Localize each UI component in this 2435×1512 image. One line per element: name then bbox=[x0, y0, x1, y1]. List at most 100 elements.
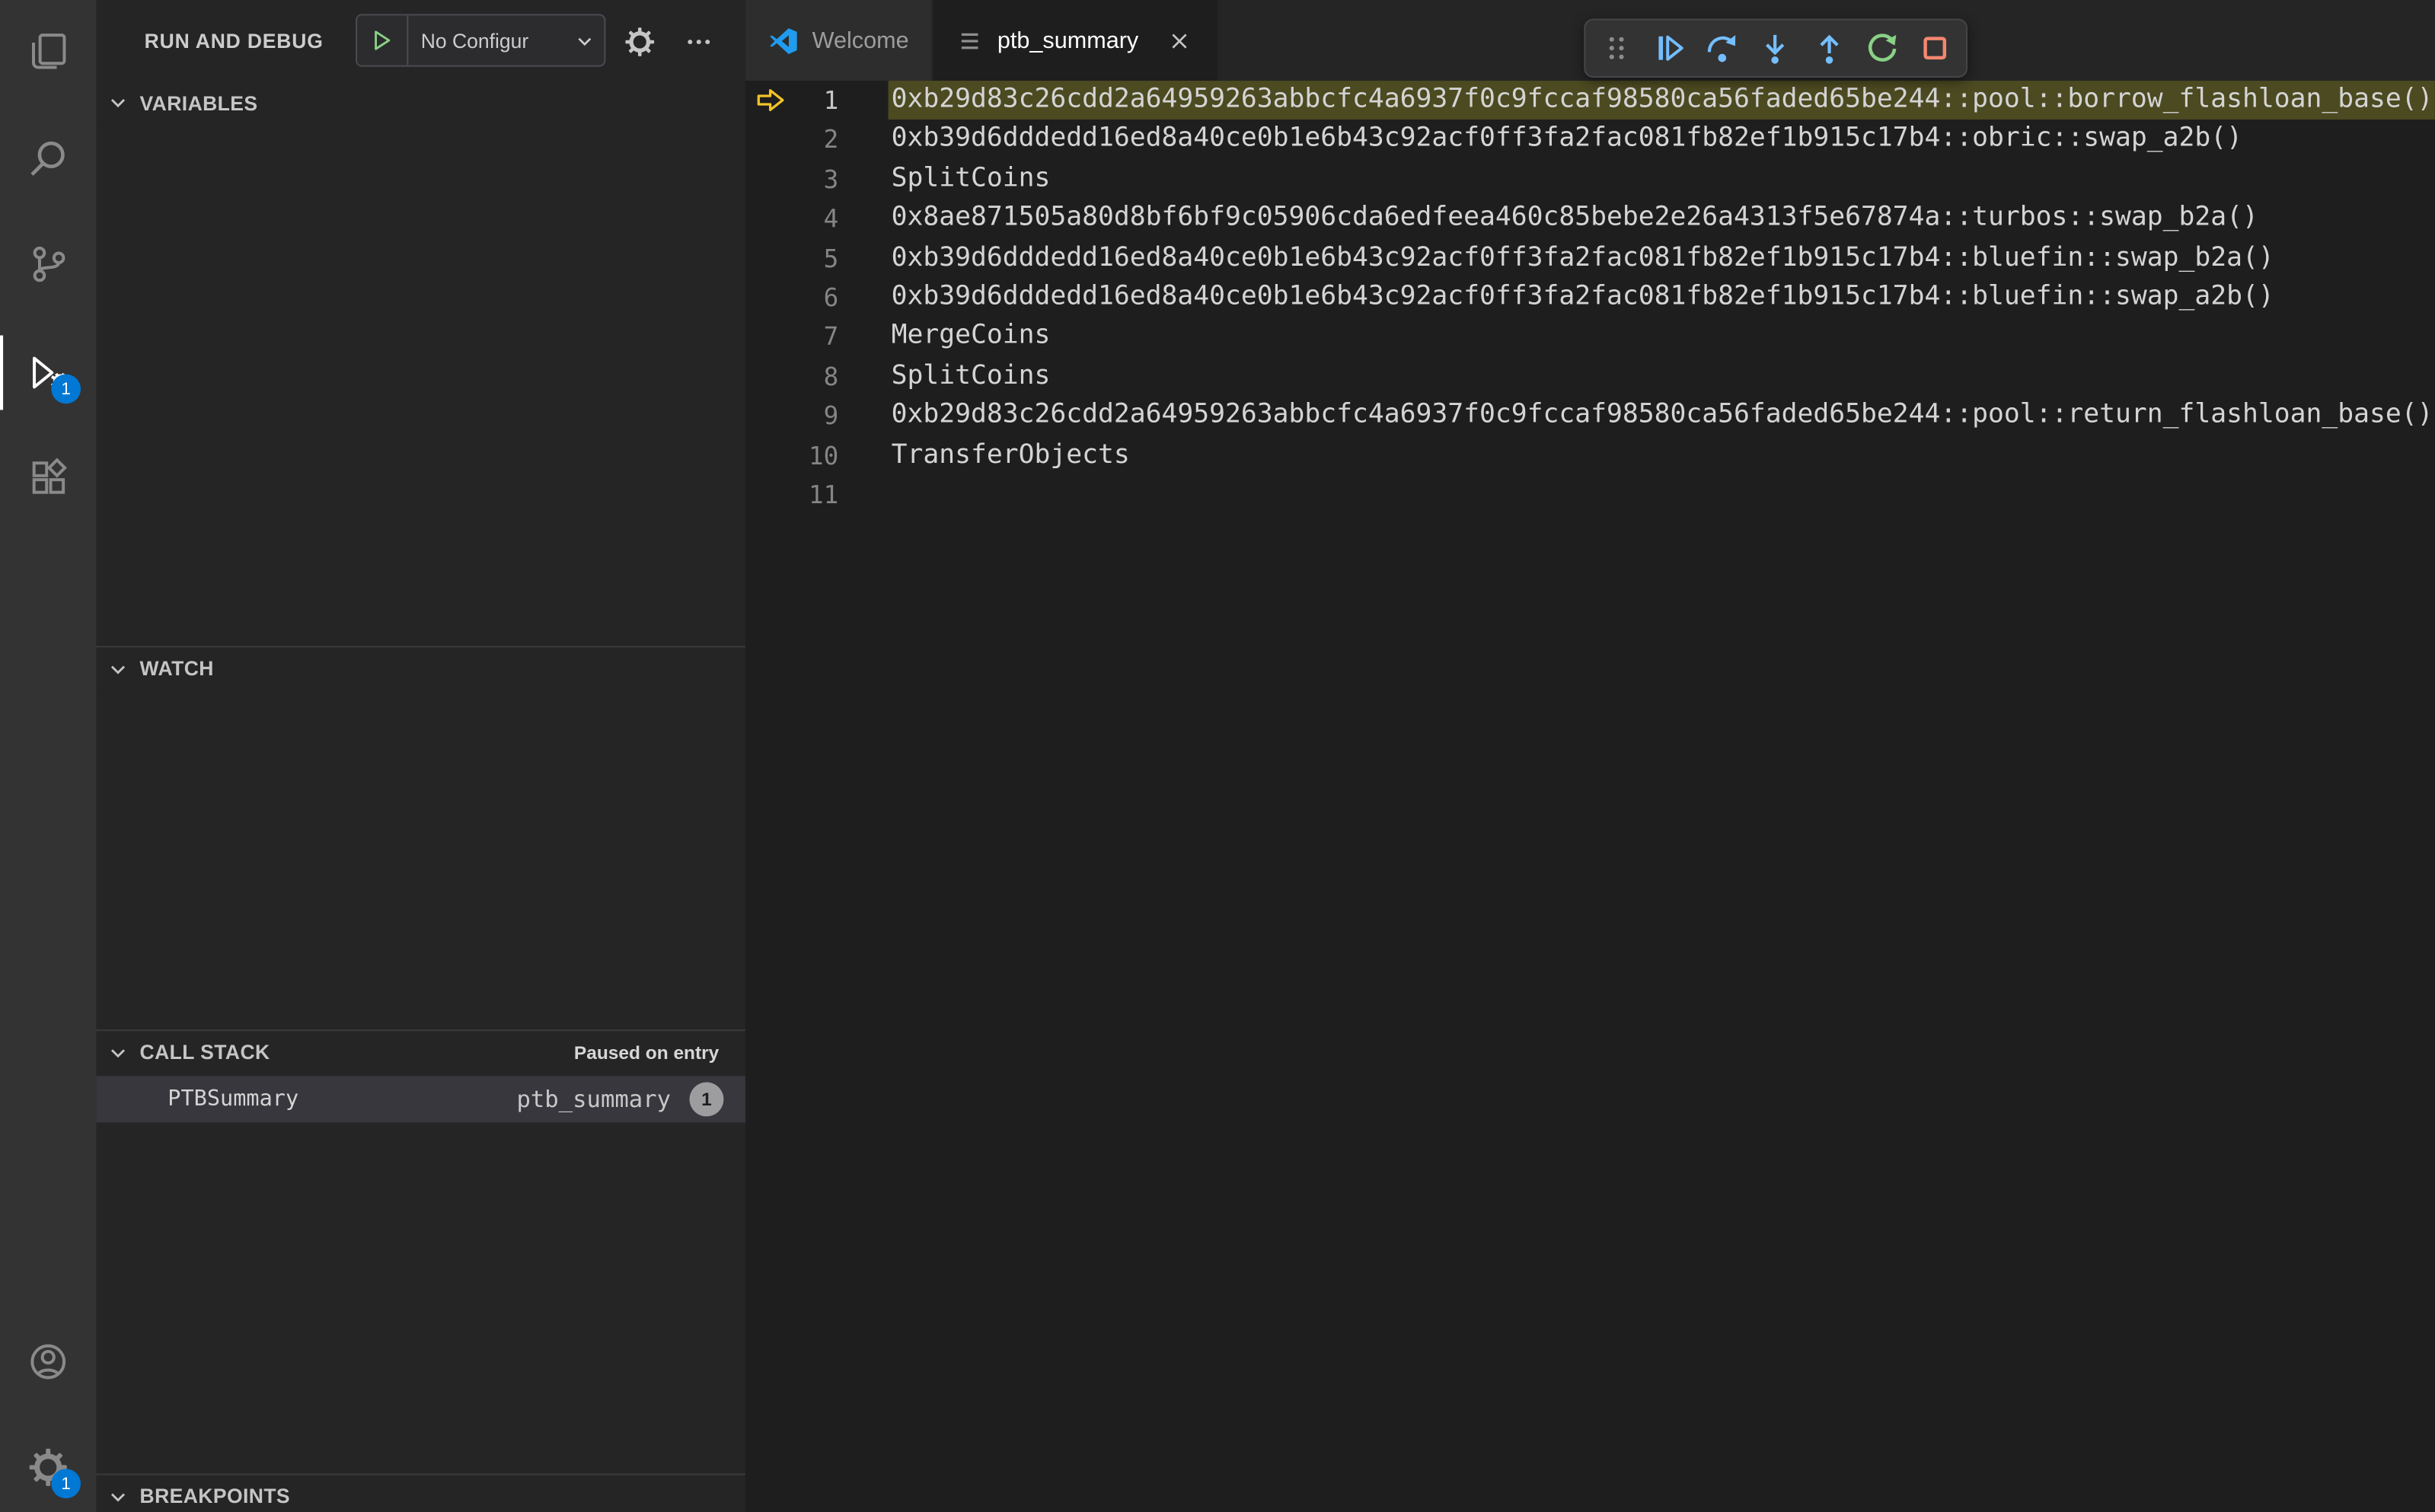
chevron-down-icon bbox=[107, 658, 129, 680]
code-editor: 1 0xb29d83c26cdd2a64959263abbcfc4a6937f0… bbox=[745, 81, 2435, 1512]
debug-count-badge: 1 bbox=[51, 374, 81, 404]
code-line[interactable]: 3 SplitCoins bbox=[745, 160, 2435, 199]
code-text[interactable]: 0xb29d83c26cdd2a64959263abbcfc4a6937f0c9… bbox=[888, 81, 2435, 120]
debug-step-out-icon bbox=[1811, 31, 1846, 65]
debug-toolbar bbox=[1584, 18, 1968, 78]
session-name: ptb_summary bbox=[516, 1085, 672, 1114]
vscode-window: 1 1 RUN AND DEBUG No Configur VARIABLES … bbox=[0, 0, 2435, 1512]
step-over-button[interactable] bbox=[1699, 25, 1747, 72]
file-lines-icon bbox=[957, 27, 984, 54]
line-number[interactable]: 2 bbox=[745, 120, 839, 160]
code-text[interactable]: TransferObjects bbox=[889, 435, 2435, 475]
call-stack-row[interactable]: PTBSummary ptb_summary 1 bbox=[96, 1076, 745, 1123]
views-more-actions-button[interactable] bbox=[681, 25, 716, 59]
code-line[interactable]: 2 0xb39d6dddedd16ed8a40ce0b1e6b43c92acf0… bbox=[745, 120, 2435, 160]
code-text[interactable]: 0xb39d6dddedd16ed8a40ce0b1e6b43c92acf0ff… bbox=[889, 238, 2435, 278]
code-text[interactable]: 0xb29d83c26cdd2a64959263abbcfc4a6937f0c9… bbox=[889, 396, 2435, 435]
section-label: CALL STACK bbox=[139, 1040, 270, 1064]
gear-icon bbox=[624, 27, 656, 58]
line-number[interactable]: 9 bbox=[745, 396, 839, 435]
section-label: BREAKPOINTS bbox=[139, 1484, 291, 1508]
line-number[interactable]: 5 bbox=[745, 238, 839, 278]
debug-restart-icon bbox=[1865, 31, 1899, 65]
code-text[interactable]: 0xb39d6dddedd16ed8a40ce0b1e6b43c92acf0ff… bbox=[889, 120, 2435, 160]
code-text[interactable] bbox=[889, 475, 2435, 515]
section-header-watch[interactable]: WATCH bbox=[96, 646, 745, 690]
debug-continue-icon bbox=[1652, 31, 1687, 65]
line-number[interactable]: 4 bbox=[745, 199, 839, 238]
debug-status-text: Paused on entry bbox=[573, 1041, 720, 1064]
code-text[interactable]: MergeCoins bbox=[889, 317, 2435, 357]
line-number[interactable]: 8 bbox=[745, 357, 839, 397]
files-icon bbox=[28, 31, 69, 72]
code-line[interactable]: 5 0xb39d6dddedd16ed8a40ce0b1e6b43c92acf0… bbox=[745, 238, 2435, 278]
tab-ptb-summary[interactable]: ptb_summary bbox=[933, 0, 1220, 81]
section-label: WATCH bbox=[139, 656, 214, 681]
close-icon[interactable] bbox=[1163, 25, 1195, 56]
line-number[interactable]: 1 bbox=[745, 81, 839, 120]
code-text[interactable]: 0xb39d6dddedd16ed8a40ce0b1e6b43c92acf0ff… bbox=[889, 278, 2435, 317]
config-dropdown-label: No Configur bbox=[420, 28, 529, 53]
activity-item-accounts[interactable] bbox=[0, 1325, 96, 1399]
debug-config-dropdown[interactable]: No Configur bbox=[356, 14, 606, 67]
code-text[interactable]: SplitCoins bbox=[889, 357, 2435, 397]
toolbar-drag-handle[interactable] bbox=[1593, 25, 1641, 72]
open-launch-json-button[interactable] bbox=[623, 25, 657, 59]
activity-item-settings[interactable]: 1 bbox=[0, 1430, 96, 1504]
vscode-logo-icon bbox=[769, 26, 799, 56]
section-header-breakpoints[interactable]: BREAKPOINTS bbox=[96, 1473, 745, 1512]
debug-step-into-icon bbox=[1759, 31, 1793, 65]
chevron-down-icon bbox=[107, 91, 129, 113]
line-number[interactable]: 6 bbox=[745, 278, 839, 317]
activity-bar: 1 1 bbox=[0, 0, 97, 1512]
step-out-button[interactable] bbox=[1805, 25, 1853, 72]
chevron-down-icon bbox=[575, 30, 595, 51]
extensions-icon bbox=[28, 457, 69, 497]
code-line[interactable]: 6 0xb39d6dddedd16ed8a40ce0b1e6b43c92acf0… bbox=[745, 278, 2435, 317]
line-number[interactable]: 7 bbox=[745, 317, 839, 357]
start-debug-button[interactable] bbox=[357, 15, 409, 65]
step-into-button[interactable] bbox=[1752, 25, 1800, 72]
line-number[interactable]: 10 bbox=[745, 435, 838, 475]
account-icon bbox=[28, 1341, 69, 1382]
play-icon bbox=[369, 28, 394, 53]
activity-item-run-and-debug[interactable]: 1 bbox=[0, 335, 96, 410]
restart-button[interactable] bbox=[1858, 25, 1906, 72]
code-text[interactable]: SplitCoins bbox=[889, 160, 2435, 199]
code-text[interactable]: 0x8ae871505a80d8bf6bf9c05906cda6edfeea46… bbox=[889, 199, 2435, 238]
code-line[interactable]: 10 TransferObjects bbox=[745, 435, 2435, 475]
activity-item-source-control[interactable] bbox=[0, 227, 96, 301]
line-number[interactable]: 3 bbox=[745, 160, 839, 199]
debug-step-over-icon bbox=[1706, 31, 1740, 65]
code-line[interactable]: 9 0xb29d83c26cdd2a64959263abbcfc4a6937f0… bbox=[745, 396, 2435, 435]
run-and-debug-sidebar: RUN AND DEBUG No Configur VARIABLES WATC… bbox=[96, 0, 745, 1512]
code-line[interactable]: 7 MergeCoins bbox=[745, 317, 2435, 357]
debug-stop-icon bbox=[1918, 31, 1952, 65]
code-line[interactable]: 11 bbox=[745, 475, 2435, 515]
activity-item-explorer[interactable] bbox=[0, 14, 96, 88]
section-header-variables[interactable]: VARIABLES bbox=[96, 81, 745, 125]
chevron-down-icon bbox=[107, 1041, 129, 1063]
tab-label: ptb_summary bbox=[997, 27, 1139, 54]
activity-item-extensions[interactable] bbox=[0, 439, 96, 514]
editor-group: Welcome ptb_summary 1 0xb29d83c26cdd2a64… bbox=[745, 0, 2435, 1512]
tab-welcome[interactable]: Welcome bbox=[745, 0, 934, 81]
section-header-call-stack[interactable]: CALL STACK Paused on entry bbox=[96, 1029, 745, 1073]
tab-label: Welcome bbox=[812, 27, 909, 54]
code-line[interactable]: 8 SplitCoins bbox=[745, 357, 2435, 397]
activity-item-search[interactable] bbox=[0, 121, 96, 196]
continue-button[interactable] bbox=[1645, 25, 1693, 72]
grip-icon bbox=[1601, 33, 1632, 64]
chevron-down-icon bbox=[107, 1485, 129, 1507]
ellipsis-icon bbox=[685, 28, 713, 56]
code-line[interactable]: 1 0xb29d83c26cdd2a64959263abbcfc4a6937f0… bbox=[745, 81, 2435, 120]
sidebar-header: RUN AND DEBUG No Configur bbox=[96, 0, 745, 81]
settings-count-badge: 1 bbox=[51, 1469, 81, 1499]
source-control-icon bbox=[28, 244, 69, 284]
session-count-badge: 1 bbox=[689, 1082, 724, 1117]
line-number[interactable]: 11 bbox=[745, 475, 838, 515]
code-line[interactable]: 4 0x8ae871505a80d8bf6bf9c05906cda6edfeea… bbox=[745, 199, 2435, 238]
section-label: VARIABLES bbox=[139, 91, 258, 114]
search-icon bbox=[28, 139, 69, 179]
stop-button[interactable] bbox=[1910, 25, 1958, 72]
